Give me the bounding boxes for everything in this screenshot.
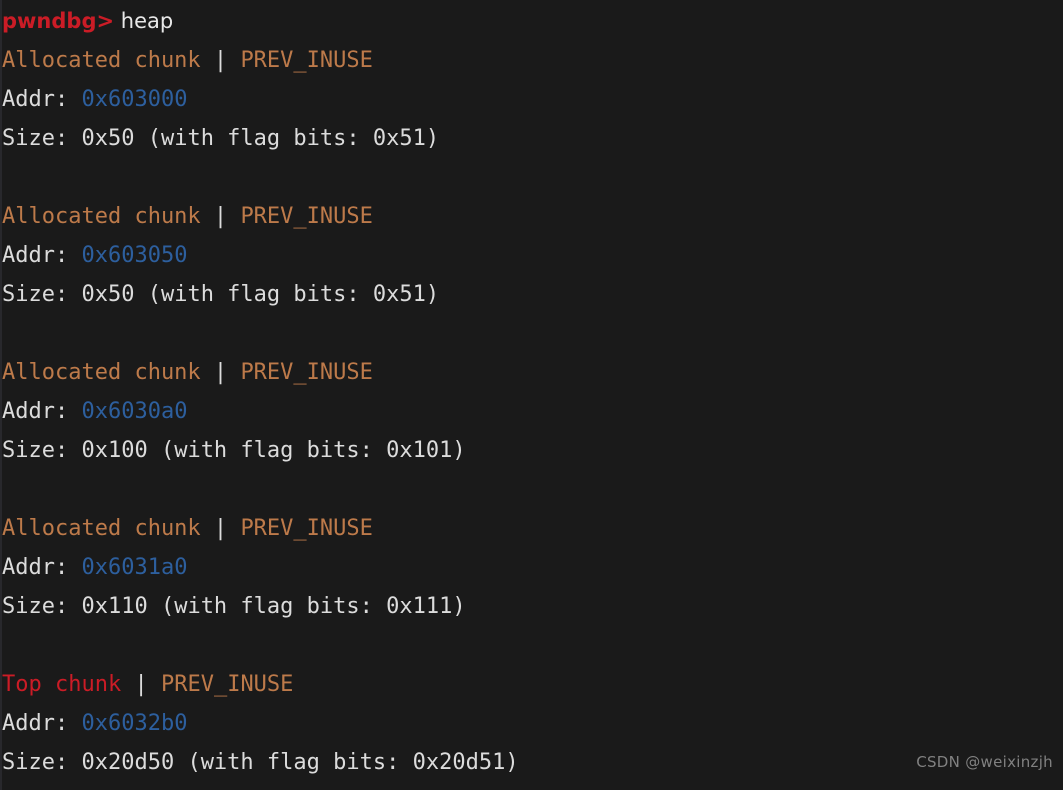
addr-label: Addr: (2, 555, 82, 580)
size-label: Size: (2, 750, 82, 775)
chunk-kind: Top chunk (2, 672, 122, 697)
addr-label: Addr: (2, 399, 82, 424)
prompt-label: pwndbg> (2, 9, 115, 33)
command-text: heap (120, 9, 174, 33)
chunk-size: 0x110 (with flag bits: 0x111) (81, 594, 466, 619)
chunk-flags: PREV_INUSE (240, 360, 373, 385)
chunk-separator: | (200, 360, 241, 385)
addr-label: Addr: (2, 243, 82, 268)
chunk-header: Allocated chunk | PREV_INUSE (0, 197, 1063, 236)
chunk-address: 0x603050 (81, 243, 188, 268)
terminal-window[interactable]: pwndbg> heap Allocated chunk | PREV_INUS… (0, 0, 1063, 790)
terminal-output: pwndbg> heap Allocated chunk | PREV_INUS… (0, 2, 1063, 782)
chunk-kind: Allocated chunk (2, 360, 201, 385)
command-line: pwndbg> heap (0, 2, 1063, 41)
chunk-address: 0x6031a0 (81, 555, 188, 580)
chunk-size-line: Size: 0x100 (with flag bits: 0x101) (0, 431, 1063, 470)
chunk-flags: PREV_INUSE (240, 204, 373, 229)
chunk-size: 0x20d50 (with flag bits: 0x20d51) (81, 750, 519, 775)
size-label: Size: (2, 594, 82, 619)
size-label: Size: (2, 438, 82, 463)
chunk-kind: Allocated chunk (2, 516, 201, 541)
chunk-size-line: Size: 0x50 (with flag bits: 0x51) (0, 275, 1063, 314)
chunk-kind: Allocated chunk (2, 204, 201, 229)
chunk-addr-line: Addr: 0x6032b0 (0, 704, 1063, 743)
chunk-header: Allocated chunk | PREV_INUSE (0, 41, 1063, 80)
chunk-address: 0x6030a0 (81, 399, 188, 424)
chunk-header: Allocated chunk | PREV_INUSE (0, 509, 1063, 548)
size-label: Size: (2, 126, 82, 151)
chunk-address: 0x603000 (81, 87, 188, 112)
size-label: Size: (2, 282, 82, 307)
addr-label: Addr: (2, 87, 82, 112)
chunk-size-line: Size: 0x50 (with flag bits: 0x51) (0, 119, 1063, 158)
chunk-separator: | (121, 672, 161, 697)
chunk-addr-line: Addr: 0x6030a0 (0, 392, 1063, 431)
chunk-addr-line: Addr: 0x603000 (0, 80, 1063, 119)
chunk-separator: | (200, 516, 241, 541)
chunk-size-line: Size: 0x20d50 (with flag bits: 0x20d51) (0, 743, 1063, 782)
chunk-size: 0x50 (with flag bits: 0x51) (81, 282, 440, 307)
chunk-address: 0x6032b0 (81, 711, 188, 736)
chunk-size-line: Size: 0x110 (with flag bits: 0x111) (0, 587, 1063, 626)
addr-label: Addr: (2, 711, 82, 736)
chunk-size: 0x100 (with flag bits: 0x101) (81, 438, 466, 463)
chunk-flags: PREV_INUSE (240, 516, 373, 541)
chunk-flags: PREV_INUSE (240, 48, 373, 73)
watermark: CSDN @weixinzjh (916, 753, 1053, 771)
chunk-addr-line: Addr: 0x603050 (0, 236, 1063, 275)
chunk-kind: Allocated chunk (2, 48, 201, 73)
chunk-header: Allocated chunk | PREV_INUSE (0, 353, 1063, 392)
chunk-separator: | (200, 48, 241, 73)
chunk-header: Top chunk | PREV_INUSE (0, 665, 1063, 704)
chunk-size: 0x50 (with flag bits: 0x51) (81, 126, 440, 151)
chunk-separator: | (200, 204, 241, 229)
chunk-addr-line: Addr: 0x6031a0 (0, 548, 1063, 587)
chunk-flags: PREV_INUSE (160, 672, 294, 697)
